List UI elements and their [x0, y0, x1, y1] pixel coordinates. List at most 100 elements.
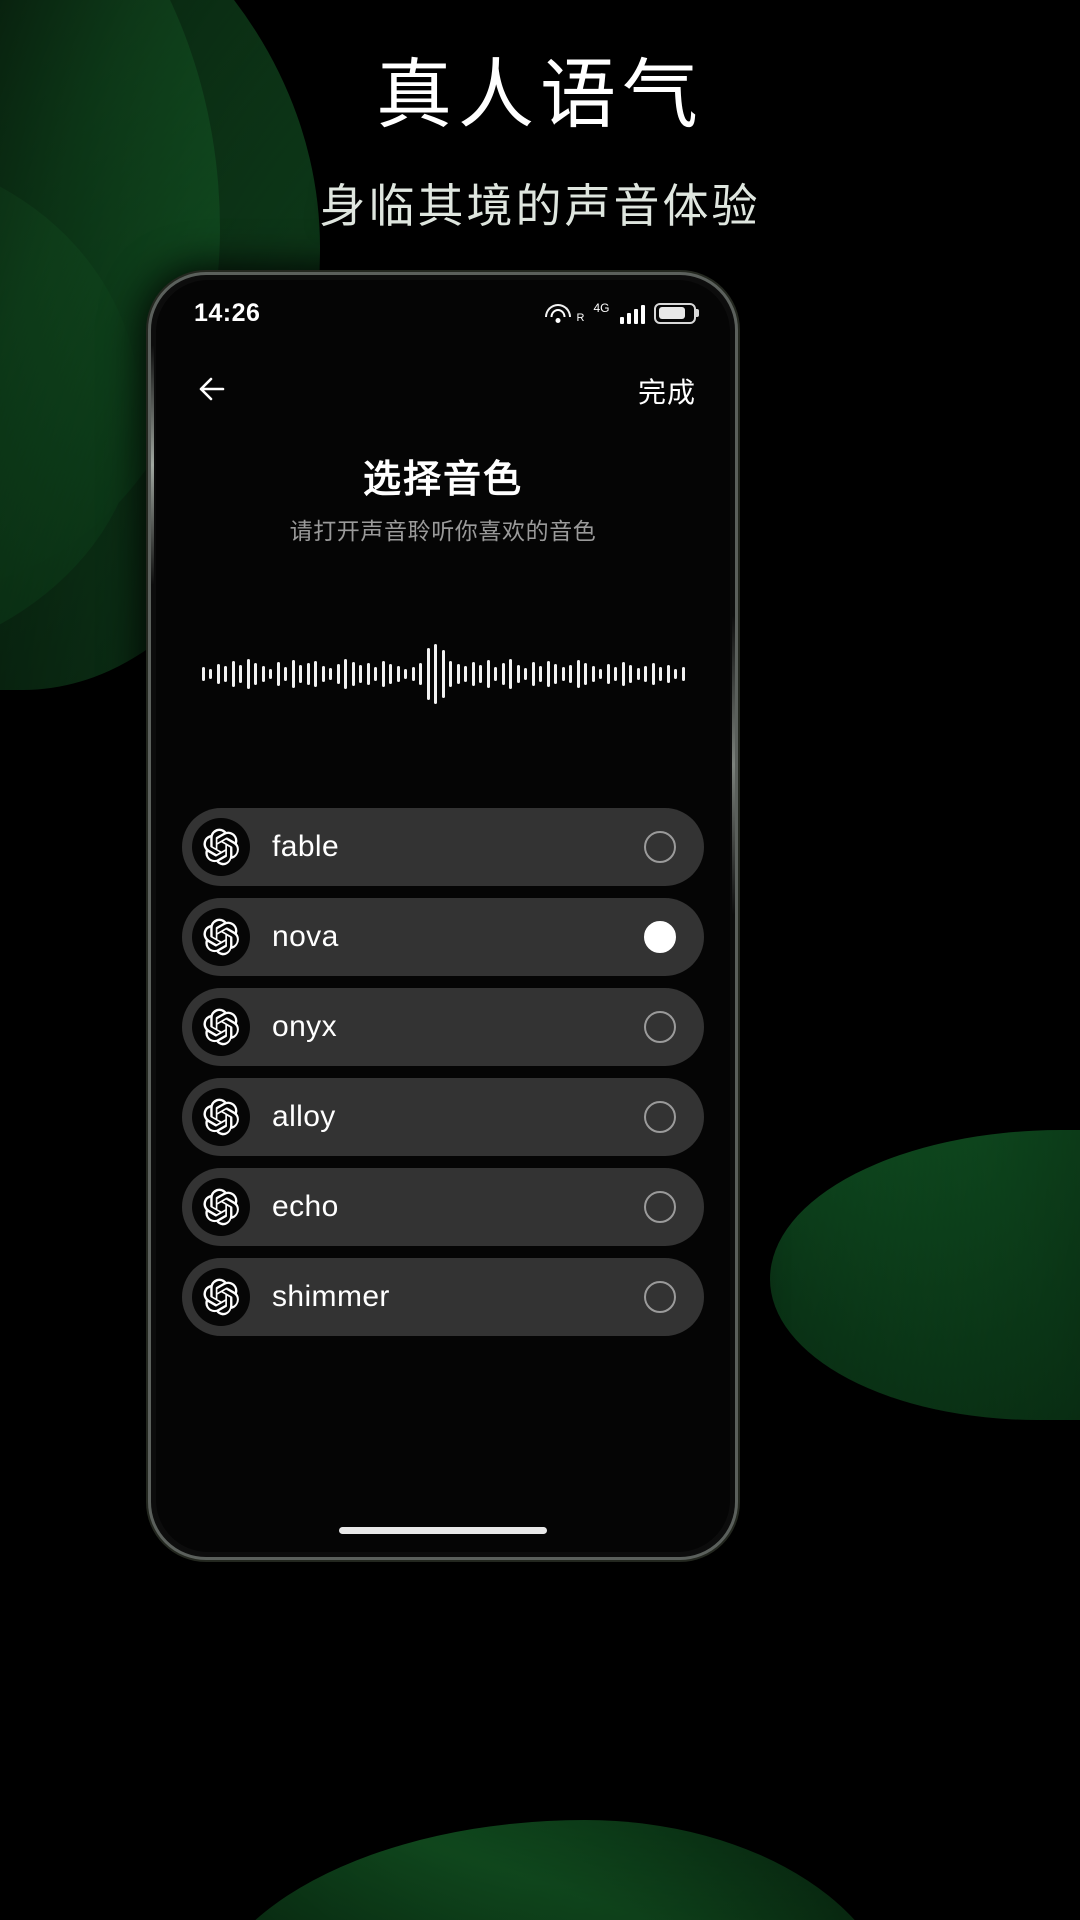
voice-radio-selected[interactable] [644, 921, 676, 953]
promo-headline: 真人语气 [376, 53, 704, 138]
network-type-label: 4G [593, 301, 610, 315]
page-title: 选择音色 [362, 459, 523, 501]
waveform-bar [396, 666, 400, 682]
done-button[interactable]: 完成 [638, 371, 696, 411]
waveform-bar [246, 659, 250, 689]
waveform-bar [539, 666, 542, 682]
home-indicator[interactable] [339, 1527, 547, 1534]
waveform-bar [561, 667, 565, 681]
voice-label: alloy [272, 1100, 336, 1133]
status-bar: 14:26 R 4G [156, 280, 730, 346]
voice-radio[interactable] [644, 1011, 676, 1043]
waveform-bar [614, 667, 617, 681]
voice-row[interactable]: echo [182, 1168, 704, 1246]
voice-row[interactable]: shimmer [182, 1258, 704, 1336]
waveform-bar [651, 663, 655, 685]
waveform-bar [471, 662, 475, 686]
waveform-bar [351, 662, 355, 686]
status-time: 14:26 [194, 298, 261, 327]
voice-label: nova [272, 920, 339, 953]
waveform-bar [366, 663, 370, 685]
waveform-bar [599, 669, 602, 679]
promo-screenshot: 真人语气 身临其境的声音体验 14:26 R 4G 完成 选择音色 请打开声音聆… [0, 0, 1080, 1920]
waveform-bar [276, 662, 280, 686]
waveform-bar [666, 665, 670, 683]
status-icons: R 4G [545, 302, 696, 324]
waveform-bar [216, 664, 220, 684]
openai-logo-icon [192, 1178, 250, 1236]
waveform-bar [516, 665, 520, 683]
waveform-bar [411, 667, 415, 681]
waveform-bar [464, 666, 467, 682]
voice-label: onyx [272, 1010, 337, 1043]
voice-label: shimmer [272, 1280, 390, 1313]
waveform-bar [381, 661, 385, 687]
waveform-bar [261, 666, 265, 682]
waveform-bar [314, 661, 317, 687]
waveform-bar [299, 665, 302, 683]
openai-logo-icon [192, 908, 250, 966]
voice-label: echo [272, 1190, 339, 1223]
waveform-bar [584, 663, 587, 685]
openai-logo-icon [192, 1268, 250, 1326]
waveform-bar [389, 664, 392, 684]
waveform-bar [674, 669, 677, 679]
waveform-bar [374, 667, 377, 681]
waveform-bar [344, 659, 347, 689]
voice-row[interactable]: alloy [182, 1078, 704, 1156]
voice-radio[interactable] [644, 1281, 676, 1313]
waveform-bar [554, 664, 557, 684]
voice-radio[interactable] [644, 1191, 676, 1223]
voice-row[interactable]: onyx [182, 988, 704, 1066]
waveform-bar [479, 665, 482, 683]
waveform-bar [629, 665, 632, 683]
waveform-bar [576, 660, 580, 688]
waveform-bar [284, 667, 287, 681]
waveform-bar [509, 659, 512, 689]
waveform-bar [456, 664, 460, 684]
audio-waveform [156, 628, 730, 720]
waveform-bar [291, 660, 295, 688]
voice-list: fable nova onyx alloy echo shimmer [182, 808, 704, 1336]
openai-logo-icon [192, 998, 250, 1056]
waveform-bar [336, 664, 340, 684]
cellular-signal-icon [619, 302, 645, 324]
waveform-bar [681, 667, 685, 681]
waveform-bar [659, 667, 662, 681]
openai-logo-icon [192, 818, 250, 876]
waveform-bar [449, 661, 452, 687]
back-arrow-icon [195, 372, 235, 411]
promo-subheadline: 身临其境的声音体验 [319, 180, 761, 232]
voice-label: fable [272, 830, 340, 863]
waveform-bar [501, 663, 505, 685]
phone-screen: 14:26 R 4G 完成 选择音色 请打开声音聆听你喜欢的音色 fable n… [156, 280, 730, 1552]
waveform-bar [209, 669, 212, 679]
phone-bezel-glint-right [732, 615, 735, 915]
nav-bar: 完成 [156, 352, 730, 430]
waveform-bar [359, 665, 362, 683]
voice-row[interactable]: fable [182, 808, 704, 886]
waveform-bar [306, 663, 310, 685]
wifi-icon [545, 302, 572, 324]
waveform-bar [524, 668, 527, 680]
waveform-bar [404, 669, 407, 679]
waveform-bar [201, 667, 205, 681]
waveform-bar [254, 663, 257, 685]
waveform-bar [644, 666, 647, 682]
voice-radio[interactable] [644, 831, 676, 863]
waveform-bar [486, 660, 490, 688]
waveform-bar [231, 661, 235, 687]
waveform-bar [494, 667, 497, 681]
voice-radio[interactable] [644, 1101, 676, 1133]
waveform-bar [621, 662, 625, 686]
waveform-bar [531, 662, 535, 686]
waveform-bar [239, 665, 242, 683]
openai-logo-icon [192, 1088, 250, 1146]
waveform-bar [636, 668, 640, 680]
waveform-bar [434, 644, 437, 704]
back-button[interactable] [188, 364, 242, 418]
wifi-roaming-badge: R [576, 312, 585, 324]
phone-mockup: 14:26 R 4G 完成 选择音色 请打开声音聆听你喜欢的音色 fable n… [148, 272, 738, 1560]
voice-row[interactable]: nova [182, 898, 704, 976]
waveform-bar [591, 666, 595, 682]
